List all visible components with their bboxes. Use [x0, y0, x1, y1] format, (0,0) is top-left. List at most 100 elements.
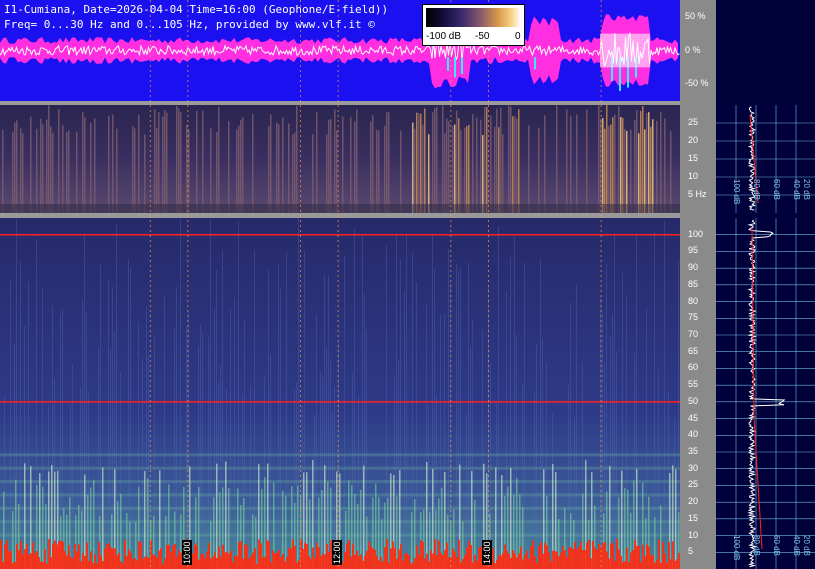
- spectrogram-lowfreq-noise: [4, 544, 6, 569]
- spectrogram-lowfreq-noise: [306, 544, 308, 569]
- spectrogram-streak: [568, 385, 569, 569]
- spectrogram-lowfreq-noise: [146, 556, 148, 569]
- spectrogram-lowfreq-noise: [296, 562, 298, 569]
- spectrogram-lowfreq-noise: [256, 563, 258, 569]
- high-frequency-tick-label: 70: [688, 329, 699, 339]
- spectrogram-lowfreq-noise: [302, 549, 304, 569]
- spectrogram-streak: [496, 108, 498, 213]
- spectrogram-lowfreq-noise: [536, 562, 538, 569]
- spectrogram-streak: [234, 297, 235, 569]
- spectrogram-lowfreq-noise: [362, 560, 364, 569]
- spectrogram-lowfreq-noise: [378, 560, 380, 569]
- spectrogram-lowfreq-noise: [638, 545, 640, 569]
- spectrogram-streak: [164, 110, 166, 213]
- spectrogram-streak: [446, 118, 448, 213]
- spectrogram-lowfreq-noise: [510, 557, 512, 569]
- spectrogram-streak: [116, 128, 118, 213]
- spectrogram-streak: [448, 121, 450, 213]
- high-frequency-tick-label: 100: [688, 228, 704, 239]
- spectrogram-streak: [514, 116, 516, 213]
- spectrogram-lowfreq-noise: [322, 553, 324, 569]
- spectrogram-lowfreq-noise: [6, 540, 8, 569]
- spectrogram-lowfreq-noise: [152, 554, 154, 569]
- spectrogram-lowfreq-noise: [546, 545, 548, 569]
- spectrogram-lowfreq-noise: [98, 541, 100, 569]
- spectrogram-lowfreq-noise: [106, 544, 108, 569]
- spectrogram-spike: [120, 493, 122, 569]
- spectrogram-streak: [650, 126, 652, 213]
- time-label: 10:00: [181, 540, 192, 565]
- spectrogram-streak: [414, 128, 416, 213]
- spectrogram-lowfreq-noise: [272, 550, 274, 569]
- low-frequency-tick-label: 15: [688, 153, 699, 163]
- spectrogram-streak: [22, 133, 24, 213]
- spectrogram-lowfreq-noise: [374, 549, 376, 569]
- spectrogram-lowfreq-noise: [268, 541, 270, 569]
- spectrogram-streak: [370, 121, 372, 213]
- panel-separator: [0, 213, 680, 218]
- spectrogram-streak: [62, 125, 64, 213]
- spectrogram-lowfreq-noise: [318, 547, 320, 569]
- spectrogram-spike: [660, 505, 662, 569]
- spectrogram-lowfreq-noise: [382, 561, 384, 569]
- spectrogram-lowfreq-noise: [526, 550, 528, 569]
- spectrogram-lowfreq-noise: [672, 541, 674, 569]
- spectrogram-streak: [384, 125, 386, 213]
- profile-db-label: 80 dB: [752, 179, 761, 200]
- spectrogram-streak: [612, 314, 613, 569]
- spectrogram-band: [0, 453, 680, 457]
- spectrogram-streak: [440, 314, 441, 569]
- spectrogram-lowfreq-noise: [446, 542, 448, 569]
- spectrogram-streak: [42, 124, 44, 213]
- spectrogram-lowfreq-noise: [590, 558, 592, 569]
- spectrogram-lowfreq-noise: [502, 552, 504, 569]
- spectrogram-lowfreq-noise: [120, 561, 122, 569]
- spectrogram-streak: [604, 128, 606, 213]
- spectrogram-streak: [294, 132, 296, 213]
- spectrogram-lowfreq-noise: [528, 558, 530, 569]
- spectrogram-streak: [458, 271, 459, 569]
- profile-db-label: 20 dB: [802, 179, 811, 200]
- spectrogram-lowfreq-noise: [472, 562, 474, 569]
- spectrogram-streak: [602, 313, 603, 569]
- spectrogram-streak: [600, 297, 601, 569]
- profile-db-label: 100 dB: [732, 535, 741, 561]
- spectrogram-lowfreq-noise: [204, 557, 206, 569]
- spectrogram-lowfreq-noise: [426, 553, 428, 569]
- spectrogram-streak: [138, 115, 140, 213]
- spectrogram-lowfreq-noise: [646, 544, 648, 569]
- spectrogram-spike: [654, 516, 656, 569]
- spectrogram-lowfreq-noise: [148, 558, 150, 569]
- spectrogram-streak: [282, 117, 284, 213]
- spectrogram-streak: [82, 112, 84, 213]
- spectrogram-lowfreq-noise: [102, 560, 104, 569]
- spectrogram-lowfreq-noise: [208, 543, 210, 569]
- spectrogram-streak: [178, 108, 180, 213]
- spectrogram-streak: [14, 122, 16, 213]
- spectrogram-lowfreq-noise: [666, 562, 668, 569]
- spectrogram-streak: [388, 112, 390, 213]
- spectrogram-streak: [62, 309, 63, 569]
- spectrogram-lowfreq-noise: [628, 562, 630, 569]
- spectrogram-streak: [436, 106, 438, 213]
- spectrogram-lowfreq-noise: [386, 539, 388, 569]
- spectrogram-streak: [144, 134, 146, 213]
- waveform-burst-region: [600, 33, 650, 68]
- spectrogram-streak: [334, 109, 336, 213]
- spectrogram-streak: [634, 119, 636, 213]
- spectrogram-lowfreq-noise: [30, 553, 32, 569]
- spectrogram-lowfreq-noise: [20, 540, 22, 569]
- spectrogram-streak: [556, 105, 558, 213]
- spectrogram-lowfreq-noise: [538, 545, 540, 569]
- spectrogram-lowfreq-noise: [234, 555, 236, 569]
- spectrogram-streak: [434, 268, 435, 569]
- profile-db-label: 60 dB: [772, 179, 781, 200]
- spectrogram-lowfreq-noise: [36, 551, 38, 569]
- color-scale-label-max: 0: [515, 31, 521, 42]
- spectrogram-streak: [296, 382, 297, 569]
- spectrogram-lowfreq-noise: [238, 542, 240, 569]
- spectrogram-streak: [420, 113, 422, 213]
- spectrogram-lowfreq-noise: [418, 554, 420, 569]
- spectrogram-lowfreq-noise: [364, 555, 366, 569]
- spectrogram-lowfreq-noise: [60, 540, 62, 569]
